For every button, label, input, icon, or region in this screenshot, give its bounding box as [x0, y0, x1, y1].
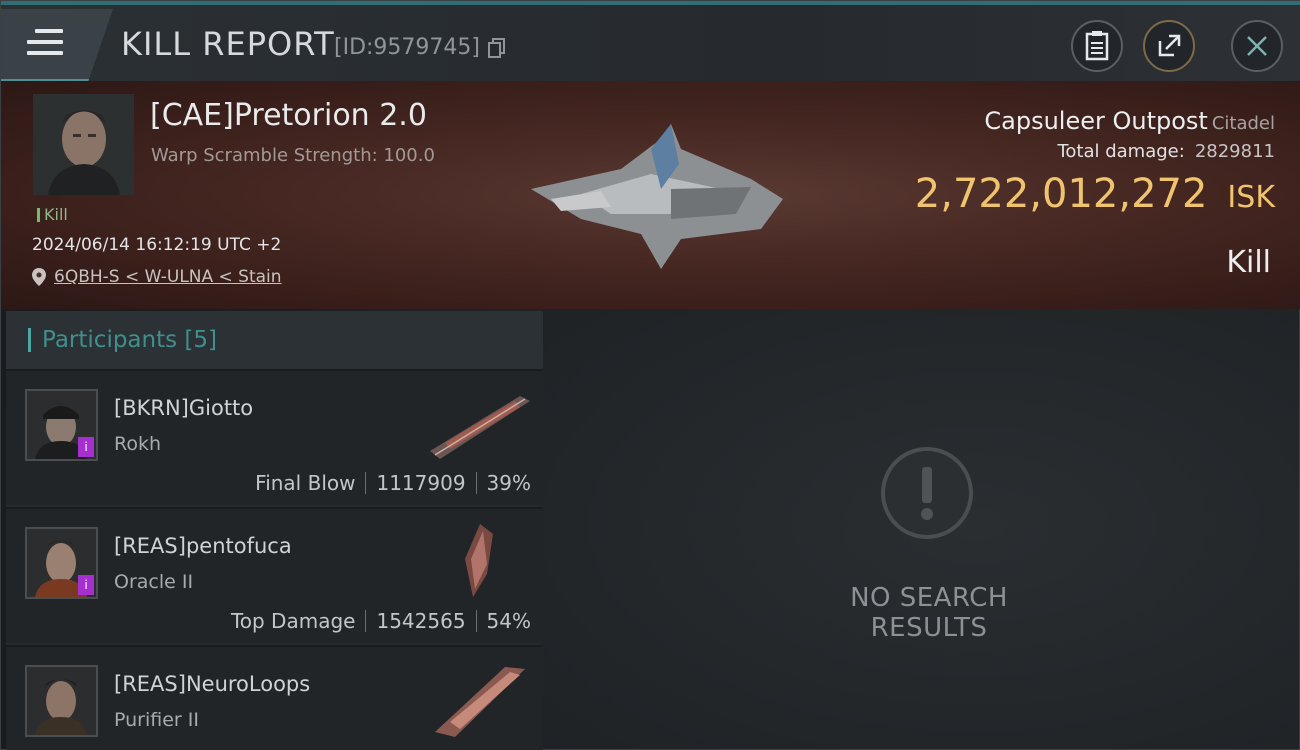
divider	[475, 610, 477, 632]
participant-name[interactable]: [REAS]NeuroLoops	[114, 672, 310, 696]
exclamation-icon	[921, 467, 933, 520]
citadel-image[interactable]	[521, 119, 791, 269]
divider	[475, 472, 477, 494]
participant-damage: 1542565	[376, 609, 466, 633]
participant-ship: Oracle II	[114, 571, 194, 593]
avatar[interactable]: i	[25, 389, 98, 461]
victim-subtitle: Warp Scramble Strength: 100.0	[151, 145, 435, 166]
participant-ship: Purifier II	[114, 709, 199, 731]
participants-label: Participants [5]	[42, 327, 217, 353]
share-button[interactable]	[1143, 20, 1195, 72]
location-pin-icon	[32, 268, 46, 286]
ship-name-text: Capsuleer Outpost	[984, 107, 1208, 135]
participants-header[interactable]: Participants [5]	[6, 311, 543, 369]
report-id: [ID:9579745]	[334, 35, 480, 60]
oracle-ship-image	[465, 524, 493, 597]
kill-tag: Kill	[37, 205, 68, 224]
participant-row[interactable]: [REAS]NeuroLoops Purifier II	[6, 645, 543, 750]
close-button[interactable]	[1231, 20, 1283, 72]
participant-row[interactable]: i [REAS]pentofuca Oracle II Top Damage 1…	[6, 507, 543, 643]
ship-type: Citadel	[1211, 113, 1275, 134]
participant-percent: 39%	[486, 471, 531, 495]
victim-name[interactable]: [CAE]Pretorion 2.0	[150, 98, 427, 133]
kill-report-window: KILL REPORT [ID:9579745] [CAE]Pretorion …	[0, 0, 1300, 750]
participant-stats: Top Damage 1542565 54%	[231, 609, 531, 633]
participant-stats: Final Blow 1117909 39%	[255, 471, 531, 495]
info-badge-icon[interactable]: i	[78, 575, 94, 595]
divider	[365, 610, 367, 632]
participant-role: Final Blow	[255, 471, 356, 495]
share-icon	[1158, 34, 1181, 57]
participant-avatar-image	[27, 667, 96, 735]
clipboard-button[interactable]	[1071, 20, 1123, 72]
avatar[interactable]	[25, 665, 98, 737]
isk-amount: 2,722,012,272	[914, 171, 1208, 217]
participant-damage: 1117909	[376, 471, 466, 495]
isk-value: 2,722,012,272 ISK	[915, 171, 1275, 217]
clipboard-icon	[1085, 31, 1109, 61]
alert-icon	[881, 447, 973, 539]
page-title: KILL REPORT	[121, 25, 335, 63]
kill-timestamp: 2024/06/14 16:12:19 UTC +2	[32, 235, 282, 255]
location-link[interactable]: 6QBH-S < W-ULNA < Stain	[32, 267, 282, 287]
info-badge-icon[interactable]: i	[78, 437, 94, 457]
menu-button[interactable]	[1, 9, 113, 81]
ship-name[interactable]: Capsuleer Outpost Citadel	[984, 107, 1275, 135]
total-damage: Total damage: 2829811	[1057, 141, 1275, 162]
divider	[365, 472, 367, 494]
participant-row[interactable]: i [BKRN]Giotto Rokh Final Blow 1117909 3…	[6, 369, 543, 505]
isk-unit: ISK	[1227, 180, 1275, 215]
participant-name[interactable]: [BKRN]Giotto	[114, 396, 253, 420]
participants-panel: Participants [5] i [BKRN]Giotto Rokh Fin…	[6, 311, 543, 750]
outcome-label: Kill	[1226, 245, 1271, 280]
copy-icon[interactable]	[488, 38, 506, 58]
victim-banner: [CAE]Pretorion 2.0 Warp Scramble Strengt…	[1, 81, 1300, 309]
header-accent	[28, 328, 31, 352]
participant-name[interactable]: [REAS]pentofuca	[114, 534, 292, 558]
location-text[interactable]: 6QBH-S < W-ULNA < Stain	[54, 267, 282, 287]
victim-avatar-image	[33, 94, 134, 195]
participant-percent: 54%	[486, 609, 531, 633]
participant-ship: Rokh	[114, 433, 162, 455]
purifier-ship-image	[435, 667, 525, 737]
empty-state-text: NO SEARCH RESULTS	[850, 583, 1008, 643]
damage-value: 2829811	[1194, 141, 1275, 162]
header-bar: KILL REPORT [ID:9579745]	[1, 1, 1300, 81]
close-icon	[1247, 36, 1267, 56]
participant-role: Top Damage	[230, 609, 356, 633]
damage-label: Total damage:	[1057, 141, 1185, 162]
hamburger-icon	[27, 29, 63, 62]
avatar[interactable]: i	[25, 527, 98, 599]
victim-portrait[interactable]	[33, 94, 134, 195]
rokh-ship-image	[430, 396, 530, 459]
